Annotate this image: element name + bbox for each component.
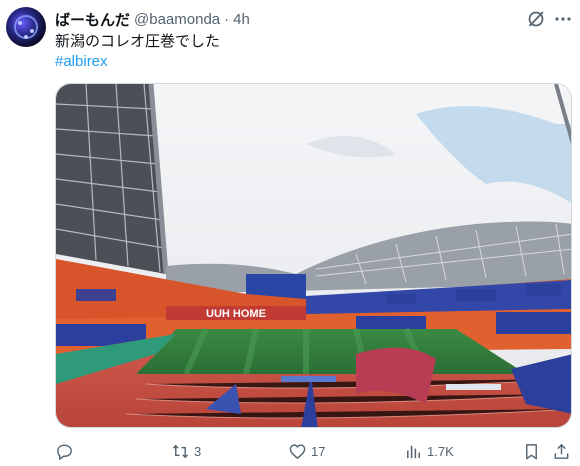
tweet-photo[interactable]: UUH HOME: [55, 83, 572, 428]
heart-icon: [289, 443, 306, 459]
separator-dot: ·: [224, 10, 230, 28]
repost-icon: [172, 444, 189, 458]
grok-icon[interactable]: [526, 9, 546, 29]
hashtag-link[interactable]: #albirex: [55, 52, 108, 72]
like-count: 17: [311, 443, 326, 459]
tweet: ばーもんだ @baamonda · 4h 新潟のコレオ圧巻でした #albire…: [0, 0, 580, 466]
bookmark-button[interactable]: [522, 440, 541, 462]
display-name[interactable]: ばーもんだ: [55, 9, 130, 30]
scoreboard-banner: UUH HOME: [206, 308, 266, 320]
view-count: 1.7K: [427, 443, 454, 459]
share-icon: [554, 443, 569, 459]
tweet-header: ばーもんだ @baamonda · 4h: [55, 9, 250, 29]
timestamp[interactable]: 4h: [233, 11, 250, 28]
action-bar: 3 17 1.7K: [55, 440, 572, 462]
more-options-icon[interactable]: [553, 9, 573, 29]
views-icon: [407, 445, 420, 458]
like-button[interactable]: 17: [288, 440, 325, 462]
views-button[interactable]: 1.7K: [404, 440, 454, 462]
repost-count: 3: [194, 443, 202, 459]
reply-icon: [57, 444, 72, 460]
user-handle[interactable]: @baamonda: [134, 11, 220, 28]
share-button[interactable]: [552, 440, 571, 462]
repost-button[interactable]: 3: [171, 440, 201, 462]
avatar[interactable]: [6, 7, 46, 47]
bookmark-icon: [526, 443, 537, 459]
reply-button[interactable]: [55, 440, 74, 462]
tweet-text: 新潟のコレオ圧巻でした: [55, 33, 221, 50]
stadium-photo: UUH HOME: [56, 84, 571, 427]
